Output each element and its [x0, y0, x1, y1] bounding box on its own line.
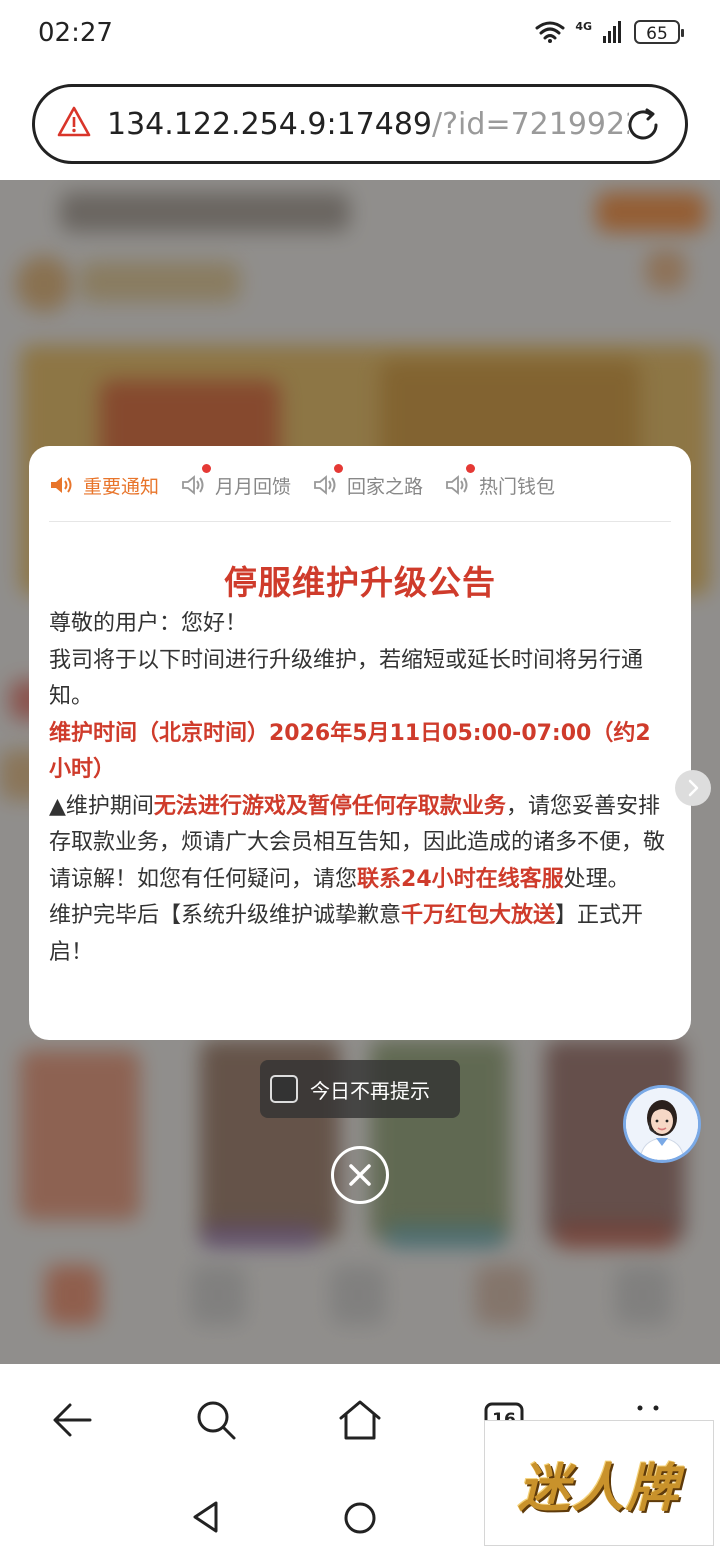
- address-bar[interactable]: 134.122.254.9:17489/?id=7219922: [32, 84, 688, 164]
- warning-icon[interactable]: [57, 105, 91, 139]
- notification-dot: [334, 464, 344, 473]
- tab-label: 重要通知: [83, 475, 160, 498]
- back-button[interactable]: [44, 1392, 100, 1448]
- search-button[interactable]: [188, 1392, 244, 1448]
- notification-dot: [466, 464, 476, 473]
- tabs-divider: [49, 521, 671, 522]
- maintenance-time: 维护时间（北京时间）2026年5月11日05:00-07:00（约2小时）: [49, 720, 651, 783]
- nav-home-icon[interactable]: [342, 1500, 378, 1536]
- home-button[interactable]: [332, 1392, 388, 1448]
- battery-icon: 65: [634, 20, 684, 44]
- dont-show-checkbox[interactable]: [270, 1075, 298, 1103]
- tab-way-home[interactable]: 回家之路: [313, 464, 424, 502]
- speaker-icon: [182, 475, 204, 495]
- url-host: 134.122.254.9:17489: [107, 107, 433, 142]
- contact-support-highlight: 联系24小时在线客服: [357, 866, 564, 892]
- customer-service-avatar[interactable]: [626, 1088, 698, 1160]
- url-path: /?id=7219922: [432, 107, 629, 142]
- speaker-icon: [314, 475, 336, 495]
- after-prefix: 维护完毕后【系统升级维护诚挚歉意: [49, 903, 402, 928]
- home-icon: [339, 1400, 381, 1440]
- tab-label: 回家之路: [347, 475, 424, 498]
- signal-icon: [603, 21, 621, 43]
- notice-tabs: 重要通知 月月回馈 回家之路 热门钱包: [49, 464, 671, 502]
- search-icon: [197, 1401, 236, 1440]
- reload-icon[interactable]: [623, 105, 663, 145]
- details-prefix: ▲维护期间: [49, 793, 154, 819]
- maintenance-details: ▲维护期间无法进行游戏及暂停任何存取款业务，请您妥善安排存取款业务，烦请广大会员…: [49, 789, 669, 899]
- support-agent-icon: [626, 1088, 698, 1160]
- network-type: 4G: [575, 19, 592, 33]
- wifi-icon: [535, 21, 565, 43]
- status-icons: 4G 65: [535, 19, 684, 44]
- dont-show-today-toggle[interactable]: 今日不再提示: [260, 1060, 460, 1118]
- intro-paragraph: 我司将于以下时间进行升级维护，若缩短或延长时间将另行通知。: [49, 647, 644, 710]
- notice-title: 停服维护升级公告: [224, 563, 496, 602]
- notification-dot: [202, 464, 212, 473]
- speaker-icon: [446, 475, 468, 495]
- watermark-logo: 迷人牌: [517, 1457, 680, 1519]
- next-notice-button[interactable]: [675, 770, 711, 806]
- status-bar: 02:27 4G 65: [0, 0, 720, 72]
- dont-show-label: 今日不再提示: [310, 1078, 430, 1103]
- tab-label: 热门钱包: [479, 475, 556, 498]
- red-packet-highlight: 千万红包大放送: [401, 903, 556, 928]
- chevron-right-icon: [688, 779, 699, 797]
- nav-back-icon[interactable]: [190, 1500, 222, 1534]
- after-maintenance: 维护完毕后【系统升级维护诚挚歉意千万红包大放送】正式开启！: [49, 898, 669, 971]
- tab-hot-wallet[interactable]: 热门钱包: [445, 464, 556, 502]
- details-suffix: 处理。: [563, 866, 630, 892]
- tab-label: 月月回馈: [215, 475, 292, 498]
- browser-address-area: 134.122.254.9:17489/?id=7219922: [0, 72, 720, 180]
- tab-important-notice[interactable]: 重要通知: [49, 468, 159, 502]
- clock: 02:27: [38, 18, 113, 48]
- close-modal-button[interactable]: [331, 1146, 389, 1204]
- details-highlight: 无法进行游戏及暂停任何存取款业务: [153, 793, 506, 819]
- notice-body: 尊敬的用户：您好！ 我司将于以下时间进行升级维护，若缩短或延长时间将另行通知。 …: [49, 606, 669, 971]
- tab-monthly-rewards[interactable]: 月月回馈: [181, 464, 292, 502]
- back-arrow-icon: [53, 1403, 92, 1437]
- brand-watermark: 迷人牌: [484, 1420, 714, 1546]
- greeting: 尊敬的用户：您好！: [49, 611, 248, 636]
- speaker-icon: [51, 477, 72, 493]
- url-text[interactable]: 134.122.254.9:17489/?id=7219922: [107, 105, 629, 145]
- close-icon: [349, 1164, 371, 1186]
- notice-modal: 重要通知 月月回馈 回家之路 热门钱包 停服维护升级公告 尊敬的用户：您好！ 我…: [29, 446, 711, 1040]
